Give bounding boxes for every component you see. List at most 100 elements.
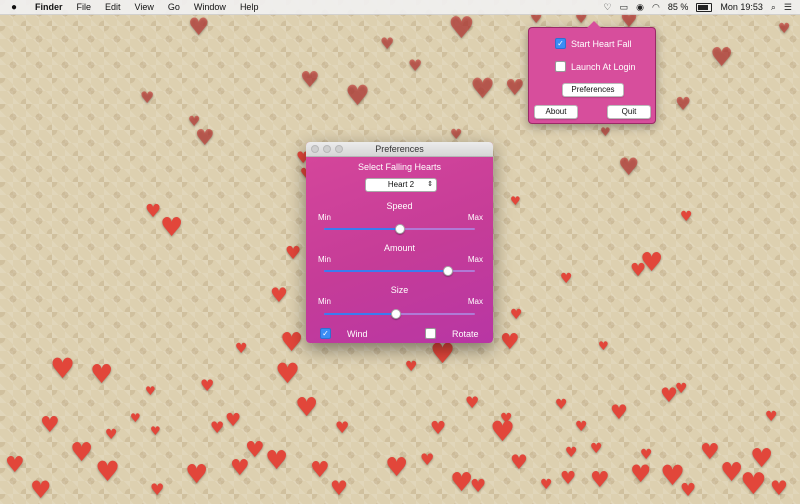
heart-icon: ♥ xyxy=(505,76,525,101)
rotate-checkbox[interactable] xyxy=(425,328,436,339)
display-icon[interactable]: ▭ xyxy=(620,2,629,13)
heart-icon: ♥ xyxy=(185,460,209,490)
battery-icon[interactable] xyxy=(696,2,713,12)
battery-percent[interactable]: 85 % xyxy=(668,2,689,12)
start-heart-fall-row[interactable]: ✓ Start Heart Fall xyxy=(555,38,632,49)
heart-icon: ♥ xyxy=(500,330,520,355)
heart-icon: ♥ xyxy=(150,480,165,499)
heart-icon: ♥ xyxy=(270,283,288,307)
size-max-label: Max xyxy=(467,297,483,306)
heart-icon: ♥ xyxy=(770,476,788,500)
heart-icon: ♥ xyxy=(90,360,114,390)
heart-icon: ♥ xyxy=(510,194,521,208)
close-window-button[interactable] xyxy=(311,145,319,153)
chevron-updown-icon: ⇕ xyxy=(427,181,433,188)
heart-icon: ♥ xyxy=(408,56,423,75)
heart-icon: ♥ xyxy=(300,68,320,93)
heart-icon: ♥ xyxy=(565,445,578,461)
zoom-window-button[interactable] xyxy=(335,145,343,153)
window-titlebar[interactable]: Preferences xyxy=(306,142,493,157)
amount-label: Amount xyxy=(383,243,416,253)
heart-icon: ♥ xyxy=(330,476,348,500)
heart-icon: ♥ xyxy=(70,438,94,468)
heart-icon: ♥ xyxy=(310,458,330,483)
heart-icon: ♥ xyxy=(230,456,250,481)
heart-icon: ♥ xyxy=(40,413,60,438)
speed-label: Speed xyxy=(386,201,413,211)
minimize-window-button[interactable] xyxy=(323,145,331,153)
heart-icon: ♥ xyxy=(95,455,121,488)
heart-icon: ♥ xyxy=(50,352,76,385)
heart-icon: ♥ xyxy=(130,411,141,425)
select-falling-hearts-label: Select Falling Hearts xyxy=(357,162,442,172)
menu-go[interactable]: Go xyxy=(161,2,187,12)
wind-option[interactable]: ✓ Wind xyxy=(320,328,368,339)
heart-icon: ♥ xyxy=(490,415,516,448)
apple-icon[interactable]: ● xyxy=(0,2,28,13)
heart-icon: ♥ xyxy=(470,72,496,105)
heart-icon: ♥ xyxy=(740,467,767,502)
heart-icon: ♥ xyxy=(710,43,734,73)
clock[interactable]: Mon 19:53 xyxy=(720,2,763,12)
heart-icon: ♥ xyxy=(235,341,248,357)
wifi-icon[interactable]: ◠ xyxy=(652,2,660,13)
popover-arrow xyxy=(587,21,601,28)
launch-at-login-row[interactable]: Launch At Login xyxy=(555,61,636,72)
preferences-button[interactable]: Preferences xyxy=(562,83,624,97)
heart-icon: ♥ xyxy=(225,410,242,431)
search-icon[interactable]: ⌕ xyxy=(771,2,776,13)
size-label: Size xyxy=(390,285,409,295)
heart-icon: ♥ xyxy=(140,88,155,107)
start-heart-fall-checkbox[interactable]: ✓ xyxy=(555,38,566,49)
heart-icon: ♥ xyxy=(560,271,573,287)
menu-file[interactable]: File xyxy=(70,2,99,12)
checkmark-circle-icon[interactable]: ◉ xyxy=(636,2,644,13)
heart-icon: ♥ xyxy=(430,337,456,370)
heart-icon: ♥ xyxy=(105,427,118,443)
amount-slider-knob[interactable] xyxy=(442,266,453,276)
menu-help[interactable]: Help xyxy=(233,2,266,12)
heart-icon: ♥ xyxy=(560,468,577,489)
menu-view[interactable]: View xyxy=(128,2,161,12)
heart-icon: ♥ xyxy=(630,460,652,488)
heart-icon: ♥ xyxy=(420,450,435,469)
menu-window[interactable]: Window xyxy=(187,2,233,12)
heart-icon: ♥ xyxy=(30,476,52,504)
amount-slider[interactable] xyxy=(324,266,475,276)
menu-bar: ● Finder File Edit View Go Window Help ♡… xyxy=(0,0,800,15)
speed-min-label: Min xyxy=(318,213,331,222)
start-heart-fall-label: Start Heart Fall xyxy=(571,38,632,49)
heart-icon: ♥ xyxy=(700,440,720,465)
heart-icon: ♥ xyxy=(160,213,184,243)
size-slider[interactable] xyxy=(324,309,475,319)
quit-button[interactable]: Quit xyxy=(607,105,651,119)
list-icon[interactable]: ☰ xyxy=(784,2,792,13)
about-button[interactable]: About xyxy=(534,105,578,119)
size-min-label: Min xyxy=(318,297,331,306)
heart-outline-icon[interactable]: ♡ xyxy=(604,2,612,13)
heart-icon: ♥ xyxy=(555,397,568,413)
heart-icon: ♥ xyxy=(380,34,395,53)
speed-slider[interactable] xyxy=(324,224,475,234)
heart-icon: ♥ xyxy=(778,21,791,37)
heart-icon: ♥ xyxy=(280,328,304,358)
launch-at-login-checkbox[interactable] xyxy=(555,61,566,72)
heart-icon: ♥ xyxy=(450,127,463,143)
heart-style-select[interactable]: Heart 2 ⇕ xyxy=(365,178,437,192)
wind-checkbox[interactable]: ✓ xyxy=(320,328,331,339)
menu-edit[interactable]: Edit xyxy=(98,2,128,12)
heart-icon: ♥ xyxy=(610,400,628,424)
rotate-option[interactable]: Rotate xyxy=(425,328,479,339)
heart-icon: ♥ xyxy=(210,418,225,437)
menu-app-finder[interactable]: Finder xyxy=(28,2,70,12)
heart-icon: ♥ xyxy=(265,446,289,476)
preferences-window: Preferences Select Falling Hearts Heart … xyxy=(306,142,493,343)
heart-icon: ♥ xyxy=(188,13,210,41)
size-slider-knob[interactable] xyxy=(391,309,402,319)
wind-label: Wind xyxy=(347,328,368,339)
heart-icon: ♥ xyxy=(5,453,25,478)
speed-slider-knob[interactable] xyxy=(394,224,405,234)
heart-icon: ♥ xyxy=(680,480,697,501)
launch-at-login-label: Launch At Login xyxy=(571,61,636,72)
heart-icon: ♥ xyxy=(430,418,447,439)
